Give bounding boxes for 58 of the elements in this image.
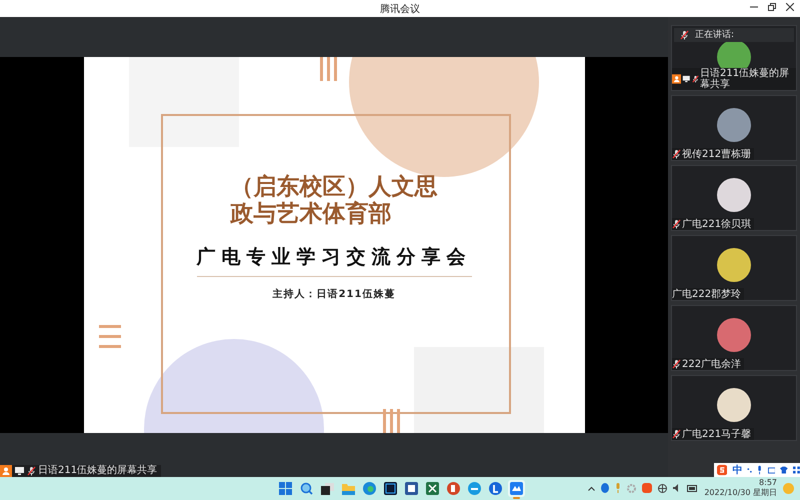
muted-mic-icon <box>672 219 681 229</box>
screen-share-icon <box>14 466 25 476</box>
participant-label: 广电221马子馨 <box>672 428 754 440</box>
powerpoint-icon <box>447 482 460 495</box>
chevron-up-icon[interactable] <box>588 486 596 490</box>
meeting-app-icon <box>510 482 523 495</box>
search-icon <box>300 482 313 495</box>
participant-label: 222广电余洋 <box>672 358 744 370</box>
microphone-icon[interactable] <box>757 465 763 475</box>
app-icon <box>489 482 502 495</box>
screen-share-icon <box>682 74 691 84</box>
clock[interactable]: 8:57 2022/10/30 星期日 <box>704 478 777 498</box>
ime-mode[interactable]: 中 <box>732 463 742 477</box>
participant-label: 广电222郡梦玲 <box>672 288 744 300</box>
speaking-bar: 正在讲话: <box>674 28 794 42</box>
muted-mic-icon <box>680 30 689 40</box>
taskbar-app[interactable] <box>403 480 420 497</box>
slide-subtitle: 广电专业学习交流分享会 <box>196 244 472 277</box>
sogou-icon <box>717 464 728 476</box>
punctuation-icon[interactable] <box>747 466 752 474</box>
excel-icon <box>426 482 439 495</box>
participant-tile[interactable]: 广电221马子馨 <box>671 375 797 441</box>
muted-mic-icon <box>27 466 36 476</box>
muted-mic-icon <box>692 74 699 84</box>
globe-icon[interactable] <box>658 484 668 492</box>
task-view-icon <box>321 482 334 494</box>
muted-mic-icon <box>672 149 681 159</box>
participant-label: 广电221徐贝琪 <box>672 218 754 230</box>
host-icon <box>672 73 682 85</box>
windows-icon <box>279 482 292 495</box>
folder-icon <box>342 482 355 494</box>
host-icon <box>0 465 12 477</box>
word-icon <box>405 482 418 495</box>
participant-label: 视传212曹栋珊 <box>672 148 754 160</box>
stripes-decoration <box>382 409 400 433</box>
grid-icon[interactable] <box>793 466 800 474</box>
participant-tile[interactable]: 广电222郡梦玲 <box>671 235 797 301</box>
stripes-decoration <box>320 57 338 81</box>
battery-icon[interactable] <box>687 484 698 492</box>
share-label: 日语211伍姝蔓的屏幕共享 <box>0 465 162 477</box>
muted-mic-icon <box>672 359 681 369</box>
ime-toolbar[interactable]: 中 <box>714 463 800 477</box>
participant-tile[interactable]: 222广电余洋 <box>671 305 797 371</box>
restore-icon[interactable] <box>768 3 776 11</box>
participant-label: 日语211伍姝蔓的屏幕共享 <box>672 68 796 90</box>
taskbar-app[interactable] <box>319 480 336 497</box>
close-icon[interactable] <box>786 3 794 11</box>
participant-tile[interactable]: 视传212曹栋珊 <box>671 95 797 161</box>
sogou-icon[interactable] <box>642 483 652 493</box>
muted-mic-icon <box>672 429 681 439</box>
slide-title: （启东校区）人文思 政与艺术体育部 <box>230 174 438 228</box>
shirt-icon[interactable] <box>780 466 788 474</box>
participant-tile[interactable]: 广电221徐贝琪 <box>671 165 797 231</box>
keyboard-icon[interactable] <box>768 466 776 474</box>
taskbar-app[interactable] <box>382 480 399 497</box>
window-title: 腾讯会议 <box>380 2 420 16</box>
participant-tile[interactable]: 正在讲话: 日语211伍姝蔓的屏幕共享 <box>671 25 797 91</box>
host-text: 主持人：日语211伍姝蔓 <box>272 287 396 301</box>
